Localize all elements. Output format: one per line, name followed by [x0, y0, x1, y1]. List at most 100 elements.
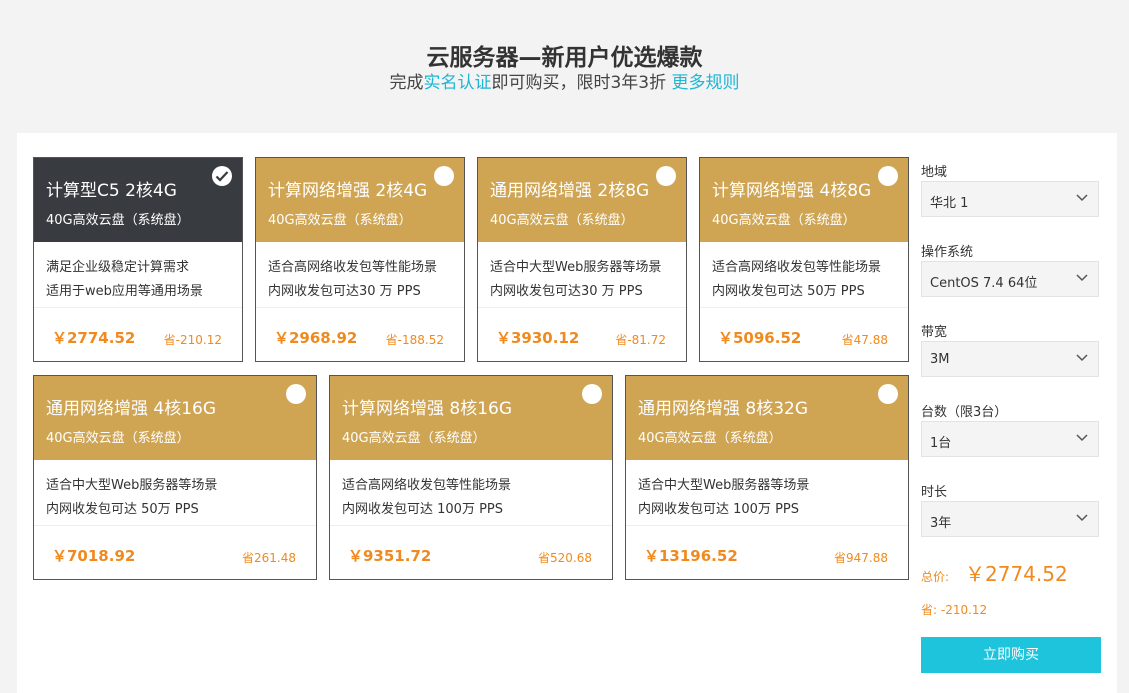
card-description: 适合中大型Web服务器等场景 内网收发包可达 50万 PPS	[34, 460, 316, 526]
product-card[interactable]: 通用网络增强 2核8G 40G高效云盘（系统盘） 适合中大型Web服务器等场景 …	[477, 157, 687, 362]
card-desc-line: 内网收发包可达 100万 PPS	[638, 502, 800, 517]
card-price-row: ￥13196.52 省947.88	[626, 526, 908, 576]
product-card[interactable]: 计算型C5 2核4G 40G高效云盘（系统盘） 满足企业级稳定计算需求 适用于w…	[33, 157, 243, 362]
unselected-circle-icon	[878, 384, 898, 404]
card-desc-line: 内网收发包可达 50万 PPS	[46, 502, 199, 517]
card-save: 省47.88	[841, 333, 888, 347]
os-value: CentOS 7.4 64位	[930, 276, 1038, 291]
unselected-circle-icon	[434, 166, 454, 186]
card-description: 满足企业级稳定计算需求 适用于web应用等通用场景	[34, 242, 242, 308]
card-header: 计算型C5 2核4G 40G高效云盘（系统盘）	[34, 158, 242, 242]
card-save: 省947.88	[834, 551, 888, 565]
card-description: 适合中大型Web服务器等场景 内网收发包可达 100万 PPS	[626, 460, 908, 526]
chevron-down-icon	[1076, 354, 1088, 362]
region-select[interactable]: 华北 1	[921, 181, 1099, 217]
card-desc-line: 适合高网络收发包等性能场景	[342, 478, 512, 493]
card-desc-line: 适合高网络收发包等性能场景	[268, 260, 438, 275]
more-rules-link[interactable]: 更多规则	[672, 73, 740, 93]
card-save: 省520.68	[538, 551, 592, 565]
chevron-down-icon	[1076, 434, 1088, 442]
product-card[interactable]: 通用网络增强 8核32G 40G高效云盘（系统盘） 适合中大型Web服务器等场景…	[625, 375, 909, 580]
card-save: 省-210.12	[163, 333, 222, 347]
card-disk: 40G高效云盘（系统盘）	[46, 213, 190, 228]
card-description: 适合中大型Web服务器等场景 内网收发包可达30 万 PPS	[478, 242, 686, 308]
duration-label: 时长	[921, 485, 948, 500]
bandwidth-value: 3M	[930, 352, 950, 367]
card-save: 省261.48	[242, 551, 296, 565]
card-desc-line: 内网收发包可达 50万 PPS	[712, 284, 865, 299]
card-header: 计算网络增强 4核8G 40G高效云盘（系统盘）	[700, 158, 908, 242]
os-select[interactable]: CentOS 7.4 64位	[921, 261, 1099, 297]
product-card[interactable]: 计算网络增强 4核8G 40G高效云盘（系统盘） 适合高网络收发包等性能场景 内…	[699, 157, 909, 362]
card-name: 计算网络增强 8核16G	[342, 399, 513, 419]
total-save: 省: -210.12	[921, 603, 988, 617]
region-value: 华北 1	[930, 196, 969, 211]
region-label: 地域	[921, 165, 948, 180]
card-header: 通用网络增强 4核16G 40G高效云盘（系统盘）	[34, 376, 316, 460]
product-card[interactable]: 计算网络增强 8核16G 40G高效云盘（系统盘） 适合高网络收发包等性能场景 …	[329, 375, 613, 580]
bandwidth-label: 带宽	[921, 325, 948, 340]
total-price-value: ￥2774.52	[965, 562, 1068, 586]
unselected-circle-icon	[656, 166, 676, 186]
card-price-row: ￥7018.92 省261.48	[34, 526, 316, 576]
card-description: 适合高网络收发包等性能场景 内网收发包可达 100万 PPS	[330, 460, 612, 526]
unselected-circle-icon	[582, 384, 602, 404]
card-desc-line: 适合中大型Web服务器等场景	[490, 260, 662, 275]
bandwidth-select[interactable]: 3M	[921, 341, 1099, 377]
card-price: ￥7018.92	[52, 547, 136, 565]
card-disk: 40G高效云盘（系统盘）	[268, 213, 412, 228]
buy-now-button[interactable]: 立即购买	[921, 637, 1101, 673]
count-select[interactable]: 1台	[921, 421, 1099, 457]
card-header: 通用网络增强 2核8G 40G高效云盘（系统盘）	[478, 158, 686, 242]
card-desc-line: 适用于web应用等通用场景	[46, 284, 203, 299]
subtitle-prefix: 完成	[389, 73, 424, 93]
card-disk: 40G高效云盘（系统盘）	[342, 431, 486, 446]
unselected-circle-icon	[878, 166, 898, 186]
card-header: 计算网络增强 8核16G 40G高效云盘（系统盘）	[330, 376, 612, 460]
card-description: 适合高网络收发包等性能场景 内网收发包可达30 万 PPS	[256, 242, 464, 308]
real-name-auth-link[interactable]: 实名认证	[423, 73, 491, 93]
card-disk: 40G高效云盘（系统盘）	[712, 213, 856, 228]
card-price: ￥3930.12	[496, 329, 580, 347]
chevron-down-icon	[1076, 194, 1088, 202]
chevron-down-icon	[1076, 274, 1088, 282]
card-save: 省-188.52	[385, 333, 444, 347]
card-disk: 40G高效云盘（系统盘）	[490, 213, 634, 228]
card-desc-line: 内网收发包可达30 万 PPS	[268, 284, 421, 299]
card-price-row: ￥3930.12 省-81.72	[478, 308, 686, 358]
page-title: 云服务器—新用户优选爆款	[426, 45, 703, 71]
card-description: 适合高网络收发包等性能场景 内网收发包可达 50万 PPS	[700, 242, 908, 308]
card-desc-line: 适合中大型Web服务器等场景	[46, 478, 218, 493]
product-card[interactable]: 计算网络增强 2核4G 40G高效云盘（系统盘） 适合高网络收发包等性能场景 内…	[255, 157, 465, 362]
subtitle-middle: 即可购买，限时3年3折	[491, 73, 672, 93]
card-desc-line: 适合高网络收发包等性能场景	[712, 260, 882, 275]
card-price: ￥2968.92	[274, 329, 358, 347]
total-price-label: 总价:	[921, 570, 950, 584]
card-disk: 40G高效云盘（系统盘）	[638, 431, 782, 446]
card-desc-line: 适合中大型Web服务器等场景	[638, 478, 810, 493]
card-price-row: ￥9351.72 省520.68	[330, 526, 612, 576]
chevron-down-icon	[1076, 514, 1088, 522]
product-card[interactable]: 通用网络增强 4核16G 40G高效云盘（系统盘） 适合中大型Web服务器等场景…	[33, 375, 317, 580]
unselected-circle-icon	[286, 384, 306, 404]
duration-select[interactable]: 3年	[921, 501, 1099, 537]
card-price: ￥13196.52	[644, 547, 738, 565]
card-save: 省-81.72	[615, 333, 666, 347]
card-desc-line: 内网收发包可达 100万 PPS	[342, 502, 504, 517]
duration-value: 3年	[930, 516, 952, 531]
card-price-row: ￥5096.52 省47.88	[700, 308, 908, 358]
card-name: 通用网络增强 4核16G	[46, 399, 217, 419]
card-price: ￥2774.52	[52, 329, 136, 347]
card-desc-line: 满足企业级稳定计算需求	[46, 260, 190, 275]
card-header: 计算网络增强 2核4G 40G高效云盘（系统盘）	[256, 158, 464, 242]
card-price-row: ￥2968.92 省-188.52	[256, 308, 464, 358]
card-price: ￥5096.52	[718, 329, 802, 347]
card-price: ￥9351.72	[348, 547, 432, 565]
os-label: 操作系统	[921, 245, 974, 260]
count-label: 台数（限3台）	[921, 405, 1008, 420]
card-disk: 40G高效云盘（系统盘）	[46, 431, 190, 446]
card-header: 通用网络增强 8核32G 40G高效云盘（系统盘）	[626, 376, 908, 460]
count-value: 1台	[930, 436, 952, 451]
card-price-row: ￥2774.52 省-210.12	[34, 308, 242, 358]
card-name: 通用网络增强 8核32G	[638, 399, 809, 419]
